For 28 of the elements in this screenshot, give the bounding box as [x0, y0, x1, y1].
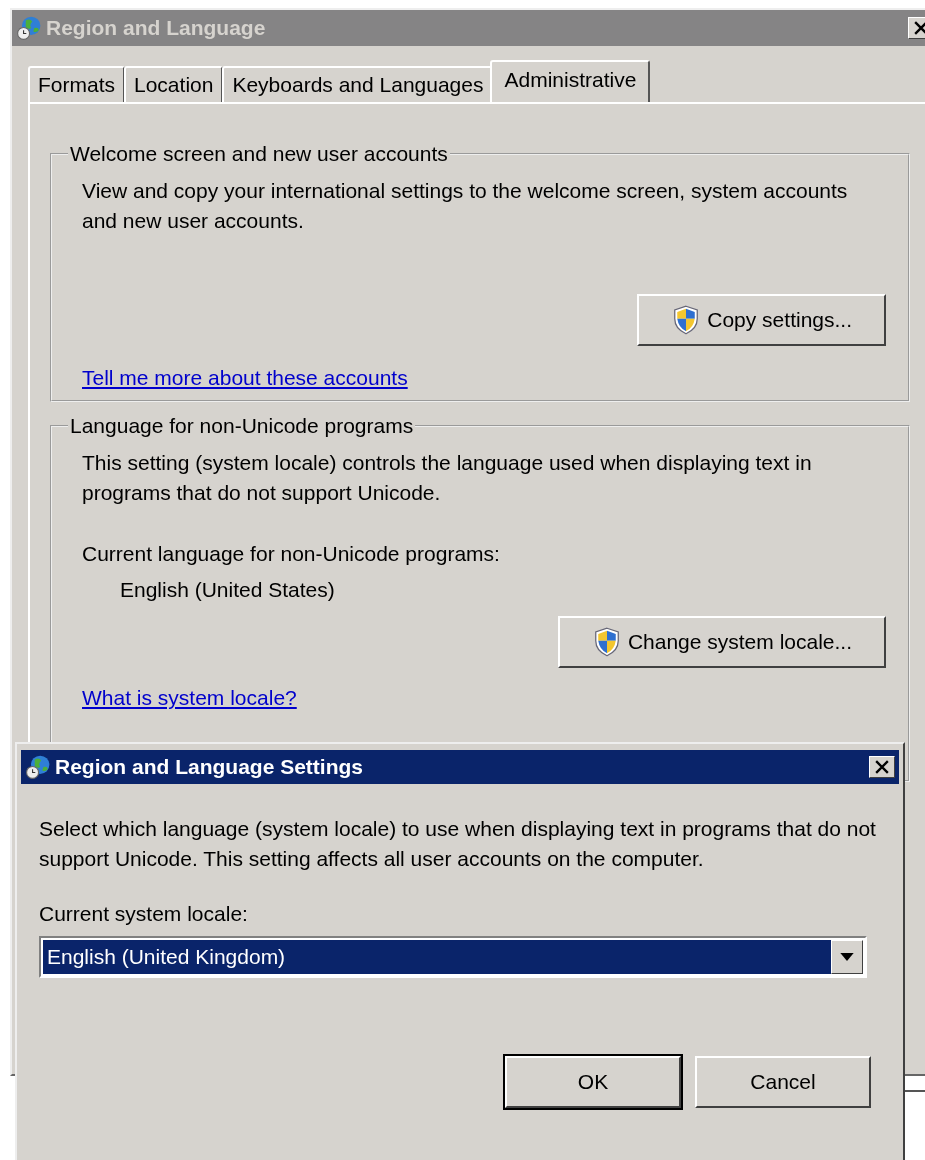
- help-link[interactable]: What is system locale?: [82, 686, 297, 710]
- current-language-label: Current language for non-Unicode programs:: [82, 542, 501, 566]
- description-text: This setting (system locale) controls the language used when displaying text in programs that do not support Unicode.: [82, 450, 813, 506]
- description-text: Select which language (system locale) to use when displaying text in programs that do not support Unicode. This setting affects all user accounts on the computer.: [39, 816, 877, 872]
- locale-dropdown[interactable]: English (United Kingdom): [39, 936, 867, 978]
- shield-icon: [673, 305, 700, 335]
- help-link[interactable]: Tell me more about these accounts: [82, 366, 408, 390]
- dialog-button[interactable]: OK: [505, 1056, 681, 1108]
- description-text: View and copy your international settings to the welcome screen, system accounts and new user accounts.: [82, 178, 849, 234]
- tab[interactable]: Location: [124, 66, 224, 102]
- globe-icon: [25, 754, 51, 780]
- current-language-value: English (United States): [119, 578, 336, 602]
- shield-icon: [593, 627, 620, 657]
- tab[interactable]: Administrative: [490, 60, 651, 102]
- dropdown-arrow-icon: [840, 953, 854, 961]
- window-title: Region and Language Settings: [55, 755, 365, 779]
- settings-button[interactable]: Change system locale...: [557, 616, 886, 668]
- field-label: Current system locale:: [39, 902, 249, 926]
- tab[interactable]: Formats: [28, 66, 125, 102]
- group-title: Welcome screen and new user accounts: [69, 142, 449, 166]
- close-icon: [875, 760, 889, 774]
- group-title: Language for non-Unicode programs: [69, 414, 415, 438]
- window-title: Region and Language: [46, 16, 267, 40]
- close-button[interactable]: [869, 756, 895, 778]
- close-icon: [914, 21, 925, 35]
- settings-button[interactable]: Copy settings...: [637, 294, 886, 346]
- dialog-button[interactable]: Cancel: [695, 1056, 871, 1108]
- globe-icon: [16, 15, 42, 41]
